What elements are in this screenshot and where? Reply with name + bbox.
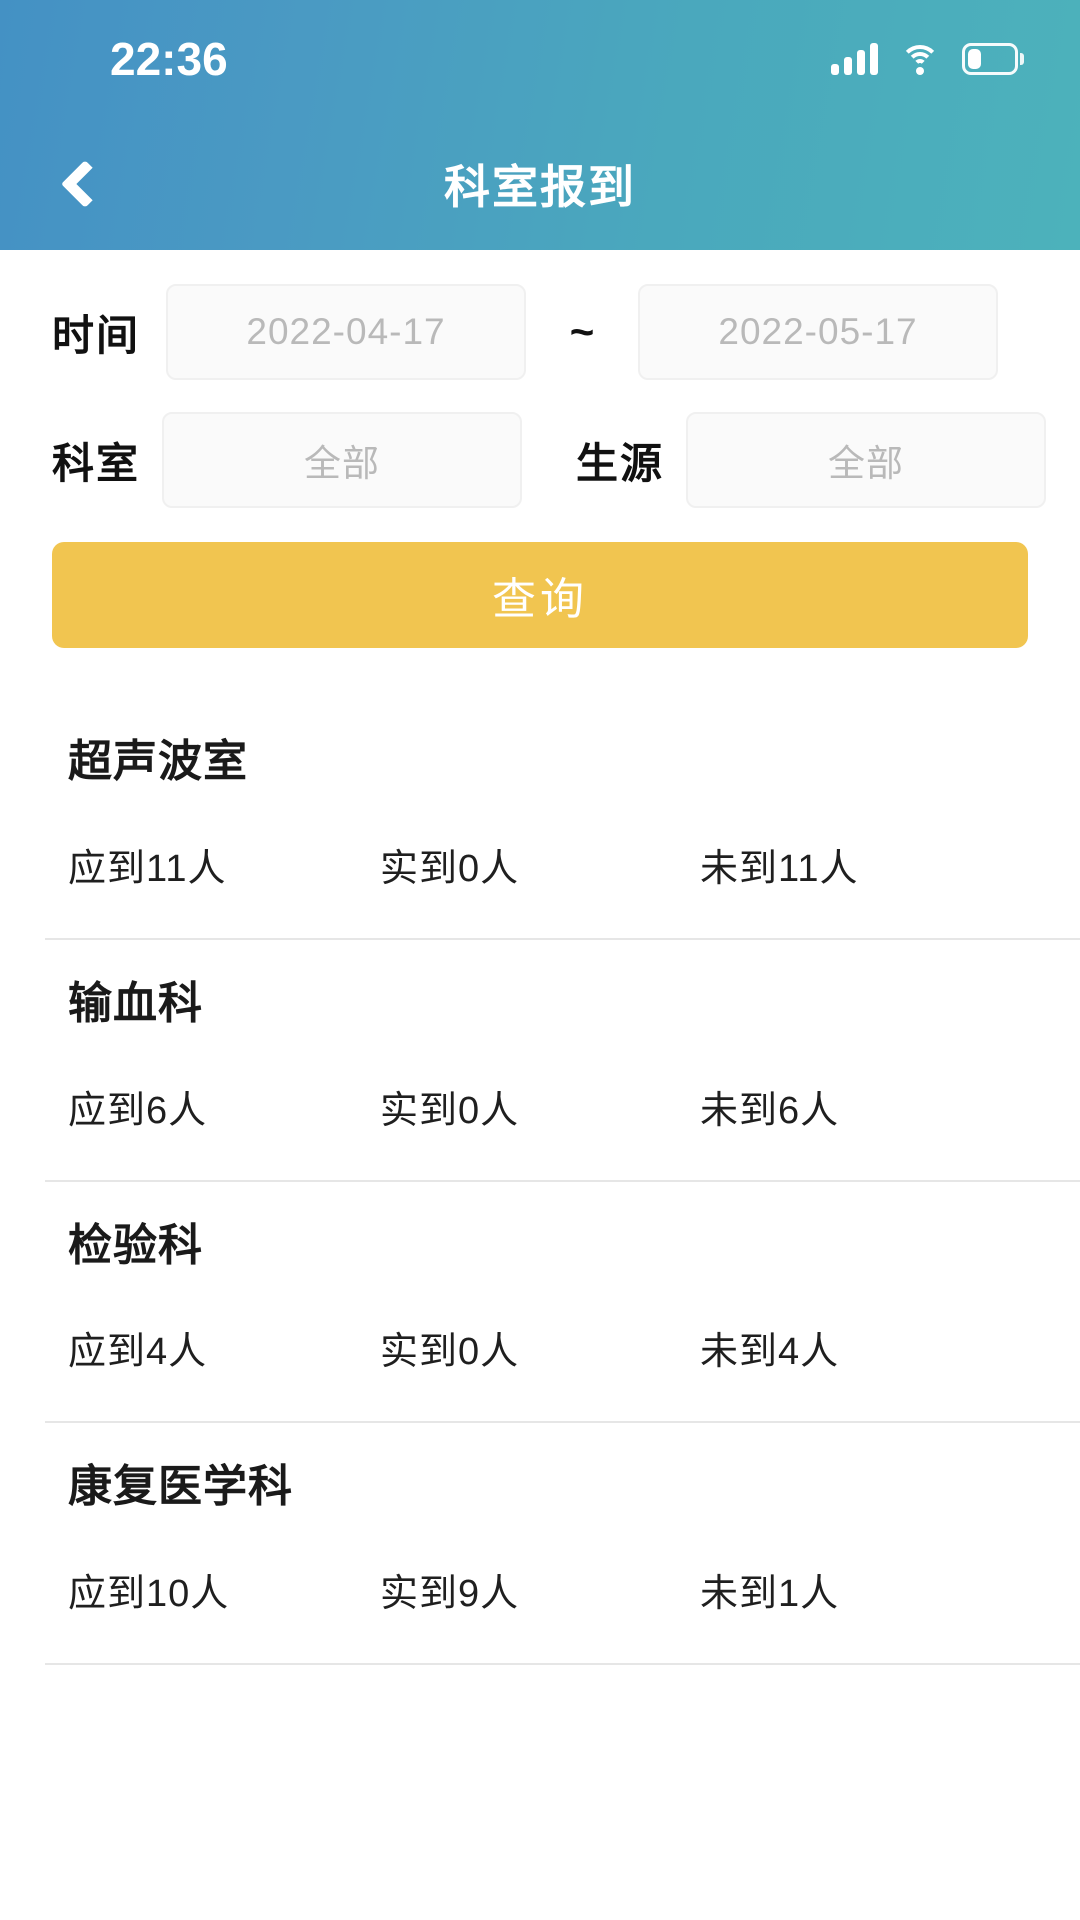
app-root: 22:36 科室报到 时间 2022-04-17 ~ 2022-05-17 科室… <box>0 0 1080 1920</box>
department-stats: 应到4人 实到0人 未到4人 <box>68 1320 1028 1421</box>
department-name: 超声波室 <box>68 737 248 786</box>
cellular-signal-icon <box>831 43 878 75</box>
stat-actual: 实到0人 <box>380 1331 520 1374</box>
department-name: 康复医学科 <box>68 1462 293 1512</box>
wifi-icon <box>900 43 940 75</box>
query-button[interactable]: 查询 <box>52 542 1028 648</box>
date-end-placeholder: 2022-05-17 <box>718 311 918 352</box>
time-filter-row: 时间 2022-04-17 ~ 2022-05-17 <box>52 284 1028 380</box>
list-divider <box>45 1663 1080 1666</box>
date-start-input[interactable]: 2022-04-17 <box>166 284 527 380</box>
status-bar: 22:36 <box>0 0 1080 118</box>
navigation-bar: 科室报到 <box>0 118 1080 250</box>
stat-absent: 未到6人 <box>700 1089 840 1132</box>
department-stats: 应到10人 实到9人 未到1人 <box>68 1562 1028 1663</box>
stat-expected: 应到4人 <box>68 1331 208 1374</box>
department-placeholder: 全部 <box>304 443 381 484</box>
status-bar-icons <box>831 43 1024 75</box>
page-title: 科室报到 <box>444 161 636 213</box>
department-source-filter-row: 科室 全部 生源 全部 <box>52 412 1047 508</box>
department-name: 输血科 <box>68 978 203 1028</box>
department-list: 超声波室 应到11人 实到0人 未到11人 输血科 应到6人 实到0人 未到6人 检验科 应到4人… <box>0 698 1080 1666</box>
date-range-separator: ~ <box>569 308 595 355</box>
stat-absent: 未到1人 <box>700 1573 840 1616</box>
department-stats: 应到6人 实到0人 未到6人 <box>68 1079 1028 1180</box>
department-card[interactable]: 超声波室应到11人 实到0人 未到11人 <box>0 698 1080 938</box>
stat-absent: 未到11人 <box>700 847 859 890</box>
stat-expected: 应到6人 <box>68 1089 208 1132</box>
source-filter-group: 生源 全部 <box>576 412 1047 508</box>
app-header: 22:36 科室报到 <box>0 0 1080 250</box>
source-placeholder: 全部 <box>828 443 905 484</box>
chevron-left-icon <box>60 159 110 209</box>
stat-actual: 实到9人 <box>380 1573 520 1616</box>
source-select[interactable]: 全部 <box>686 412 1047 508</box>
date-start-placeholder: 2022-04-17 <box>246 311 446 352</box>
department-card[interactable]: 康复医学科应到10人 实到9人 未到1人 <box>0 1423 1080 1663</box>
stat-actual: 实到0人 <box>380 1089 520 1132</box>
stat-actual: 实到0人 <box>380 847 520 890</box>
stat-expected: 应到10人 <box>68 1573 230 1616</box>
department-select[interactable]: 全部 <box>162 412 523 508</box>
status-bar-clock: 22:36 <box>110 33 228 85</box>
stat-absent: 未到4人 <box>700 1331 840 1374</box>
date-end-input[interactable]: 2022-05-17 <box>638 284 999 380</box>
department-name: 检验科 <box>68 1220 203 1270</box>
filter-panel: 时间 2022-04-17 ~ 2022-05-17 科室 全部 生源 全部 查… <box>0 250 1080 648</box>
source-label: 生源 <box>576 439 665 487</box>
department-card[interactable]: 检验科应到4人 实到0人 未到4人 <box>0 1182 1080 1422</box>
back-button[interactable] <box>38 137 132 231</box>
department-card[interactable]: 输血科应到6人 实到0人 未到6人 <box>0 940 1080 1180</box>
time-label: 时间 <box>52 311 141 359</box>
stat-expected: 应到11人 <box>68 847 227 890</box>
department-stats: 应到11人 实到0人 未到11人 <box>68 837 1028 938</box>
department-label: 科室 <box>52 439 141 487</box>
department-filter-group: 科室 全部 <box>52 412 523 508</box>
battery-icon <box>962 43 1024 75</box>
